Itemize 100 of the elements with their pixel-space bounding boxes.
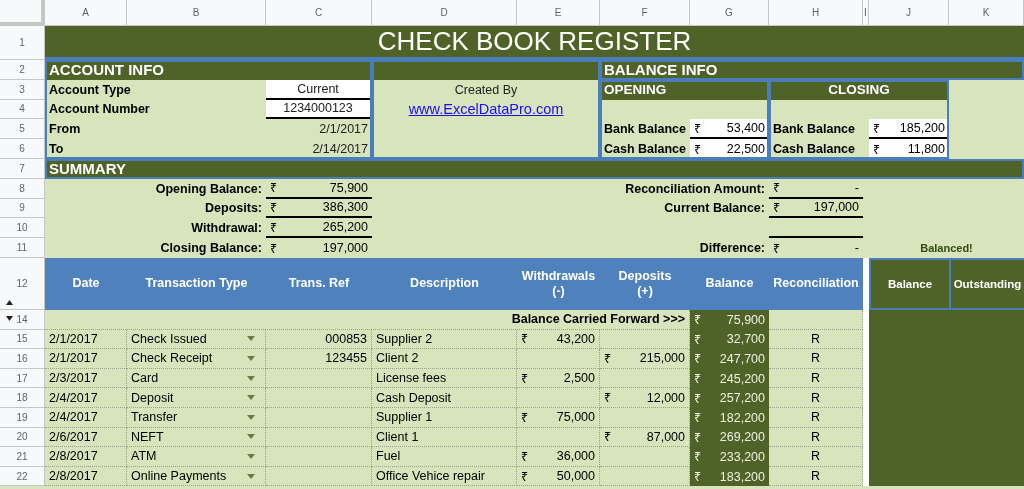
row-header[interactable]: 22 bbox=[16, 470, 28, 482]
dropdown-icon[interactable] bbox=[247, 414, 255, 420]
column-header: Transaction Type bbox=[127, 257, 266, 310]
row-header[interactable]: 2 bbox=[19, 63, 25, 75]
row-header[interactable]: 17 bbox=[16, 372, 28, 384]
column-letter[interactable]: D bbox=[372, 0, 517, 26]
summary-value: ₹ 197,000 bbox=[769, 198, 863, 219]
description-cell: Supplier 1 bbox=[372, 407, 517, 428]
row-header[interactable]: 10 bbox=[16, 222, 28, 234]
transaction-type: ATM bbox=[131, 449, 157, 464]
summary-value: ₹ 75,900 bbox=[266, 178, 372, 199]
expand-icon[interactable] bbox=[6, 315, 13, 321]
reconciliation-cell: R bbox=[769, 407, 863, 428]
balance-cell: ₹ 182,200 bbox=[690, 407, 769, 428]
field-label: Account Type bbox=[48, 81, 132, 99]
row-header[interactable]: 6 bbox=[19, 143, 25, 155]
transaction-type: Check Issued bbox=[131, 331, 207, 346]
field-label: Bank Balance bbox=[772, 121, 856, 139]
withdrawal-cell: ₹ 50,000 bbox=[517, 466, 600, 487]
column-letter[interactable]: F bbox=[600, 0, 690, 26]
withdrawal-cell: ₹ 75,000 bbox=[517, 407, 600, 428]
field-label: From bbox=[48, 121, 82, 139]
transaction-type: Check Receipt bbox=[131, 351, 213, 366]
column-letter[interactable]: A bbox=[45, 0, 127, 26]
dropdown-icon[interactable] bbox=[247, 473, 255, 479]
row-header[interactable]: 4 bbox=[19, 103, 25, 115]
amount-field[interactable]: ₹ 53,400 bbox=[690, 119, 769, 140]
summary-label: Difference: bbox=[698, 240, 766, 258]
description-cell: Cash Deposit bbox=[372, 388, 517, 408]
date-cell: 2/4/2017 bbox=[45, 388, 127, 408]
field-label: Cash Balance bbox=[603, 141, 687, 159]
dropdown-icon[interactable] bbox=[247, 355, 255, 361]
balance-cell: ₹ 245,200 bbox=[690, 368, 769, 389]
reconciliation-cell: R bbox=[769, 388, 863, 408]
row-header[interactable]: 18 bbox=[16, 392, 28, 404]
description-cell: License fees bbox=[372, 368, 517, 389]
column-header: Outstanding bbox=[949, 257, 1024, 310]
row-header[interactable]: 11 bbox=[16, 242, 28, 254]
row-header[interactable]: 3 bbox=[19, 83, 25, 95]
dropdown-icon[interactable] bbox=[247, 395, 255, 401]
column-letter[interactable]: E bbox=[517, 0, 600, 26]
column-letter[interactable]: I bbox=[863, 0, 869, 26]
balance-cell: ₹ 247,700 bbox=[690, 349, 769, 369]
date-cell: 2/8/2017 bbox=[45, 447, 127, 467]
column-letter[interactable]: K bbox=[949, 0, 1024, 26]
balance-cell: ₹ 269,200 bbox=[690, 427, 769, 448]
carried-forward-label: Balance Carried Forward >>> bbox=[45, 309, 690, 330]
transaction-type: Transfer bbox=[131, 410, 178, 425]
column-header: Date bbox=[45, 257, 127, 310]
row-header[interactable]: 19 bbox=[16, 411, 28, 423]
amount-field[interactable]: ₹ 185,200 bbox=[869, 119, 949, 140]
row-header[interactable]: 20 bbox=[16, 431, 28, 443]
row-header[interactable]: 7 bbox=[19, 162, 25, 174]
column-letter[interactable]: H bbox=[769, 0, 863, 26]
balance-cell: ₹ 183,200 bbox=[690, 466, 769, 487]
summary-value: ₹ - bbox=[772, 240, 860, 258]
dropdown-icon[interactable] bbox=[247, 434, 255, 440]
row-header[interactable]: 8 bbox=[19, 182, 25, 194]
status-text: Balanced! bbox=[919, 241, 974, 257]
field-value: 2/14/2017 bbox=[311, 141, 369, 159]
collapse-icon[interactable] bbox=[6, 299, 13, 305]
dropdown-icon[interactable] bbox=[247, 453, 255, 459]
dropdown-icon[interactable] bbox=[247, 375, 255, 381]
field-label: Cash Balance bbox=[772, 141, 856, 159]
date-cell: 2/8/2017 bbox=[45, 466, 127, 487]
reconciliation-cell: R bbox=[769, 447, 863, 467]
date-cell: 2/4/2017 bbox=[45, 407, 127, 428]
row-header[interactable]: 16 bbox=[16, 352, 28, 364]
summary-value: ₹ 386,300 bbox=[266, 198, 372, 219]
row-header[interactable]: 1 bbox=[19, 37, 25, 48]
field-value: 2/1/2017 bbox=[318, 121, 369, 139]
row-header[interactable]: 9 bbox=[19, 202, 25, 214]
balance-cell: ₹ 233,200 bbox=[690, 447, 769, 467]
withdrawal-cell: ₹ 36,000 bbox=[517, 447, 600, 467]
row-header[interactable]: 12 bbox=[16, 277, 28, 289]
column-letter[interactable]: J bbox=[869, 0, 949, 26]
column-header: Reconciliation bbox=[769, 257, 863, 310]
summary-value: ₹ 265,200 bbox=[266, 218, 372, 239]
summary-label: Reconciliation Amount: bbox=[624, 180, 766, 198]
date-cell: 2/6/2017 bbox=[45, 427, 127, 448]
row-header[interactable]: 14 bbox=[16, 313, 28, 325]
website-link[interactable]: www.ExcelDataPro.com bbox=[408, 101, 564, 118]
field-label: Account Number bbox=[48, 101, 151, 119]
row-header[interactable]: 5 bbox=[19, 123, 25, 135]
reconciliation-cell: R bbox=[769, 349, 863, 369]
summary-label: Opening Balance: bbox=[154, 180, 263, 198]
dropdown-icon[interactable] bbox=[247, 336, 255, 342]
field-value[interactable]: 1234000123 bbox=[266, 99, 370, 120]
summary-label: Deposits: bbox=[204, 200, 263, 218]
reconciliation-cell: R bbox=[769, 329, 863, 350]
column-letter[interactable]: G bbox=[690, 0, 769, 26]
field-value[interactable]: Current bbox=[266, 79, 370, 100]
column-letter[interactable]: B bbox=[127, 0, 266, 26]
transaction-type: Deposit bbox=[131, 390, 174, 405]
row-header[interactable]: 15 bbox=[16, 333, 28, 345]
column-letter[interactable]: C bbox=[266, 0, 372, 26]
row-header[interactable]: 21 bbox=[16, 450, 28, 462]
balance-cell: ₹ 257,200 bbox=[690, 388, 769, 408]
reference-cell: 000853 bbox=[266, 329, 372, 350]
transaction-type: Online Payments bbox=[131, 469, 227, 483]
